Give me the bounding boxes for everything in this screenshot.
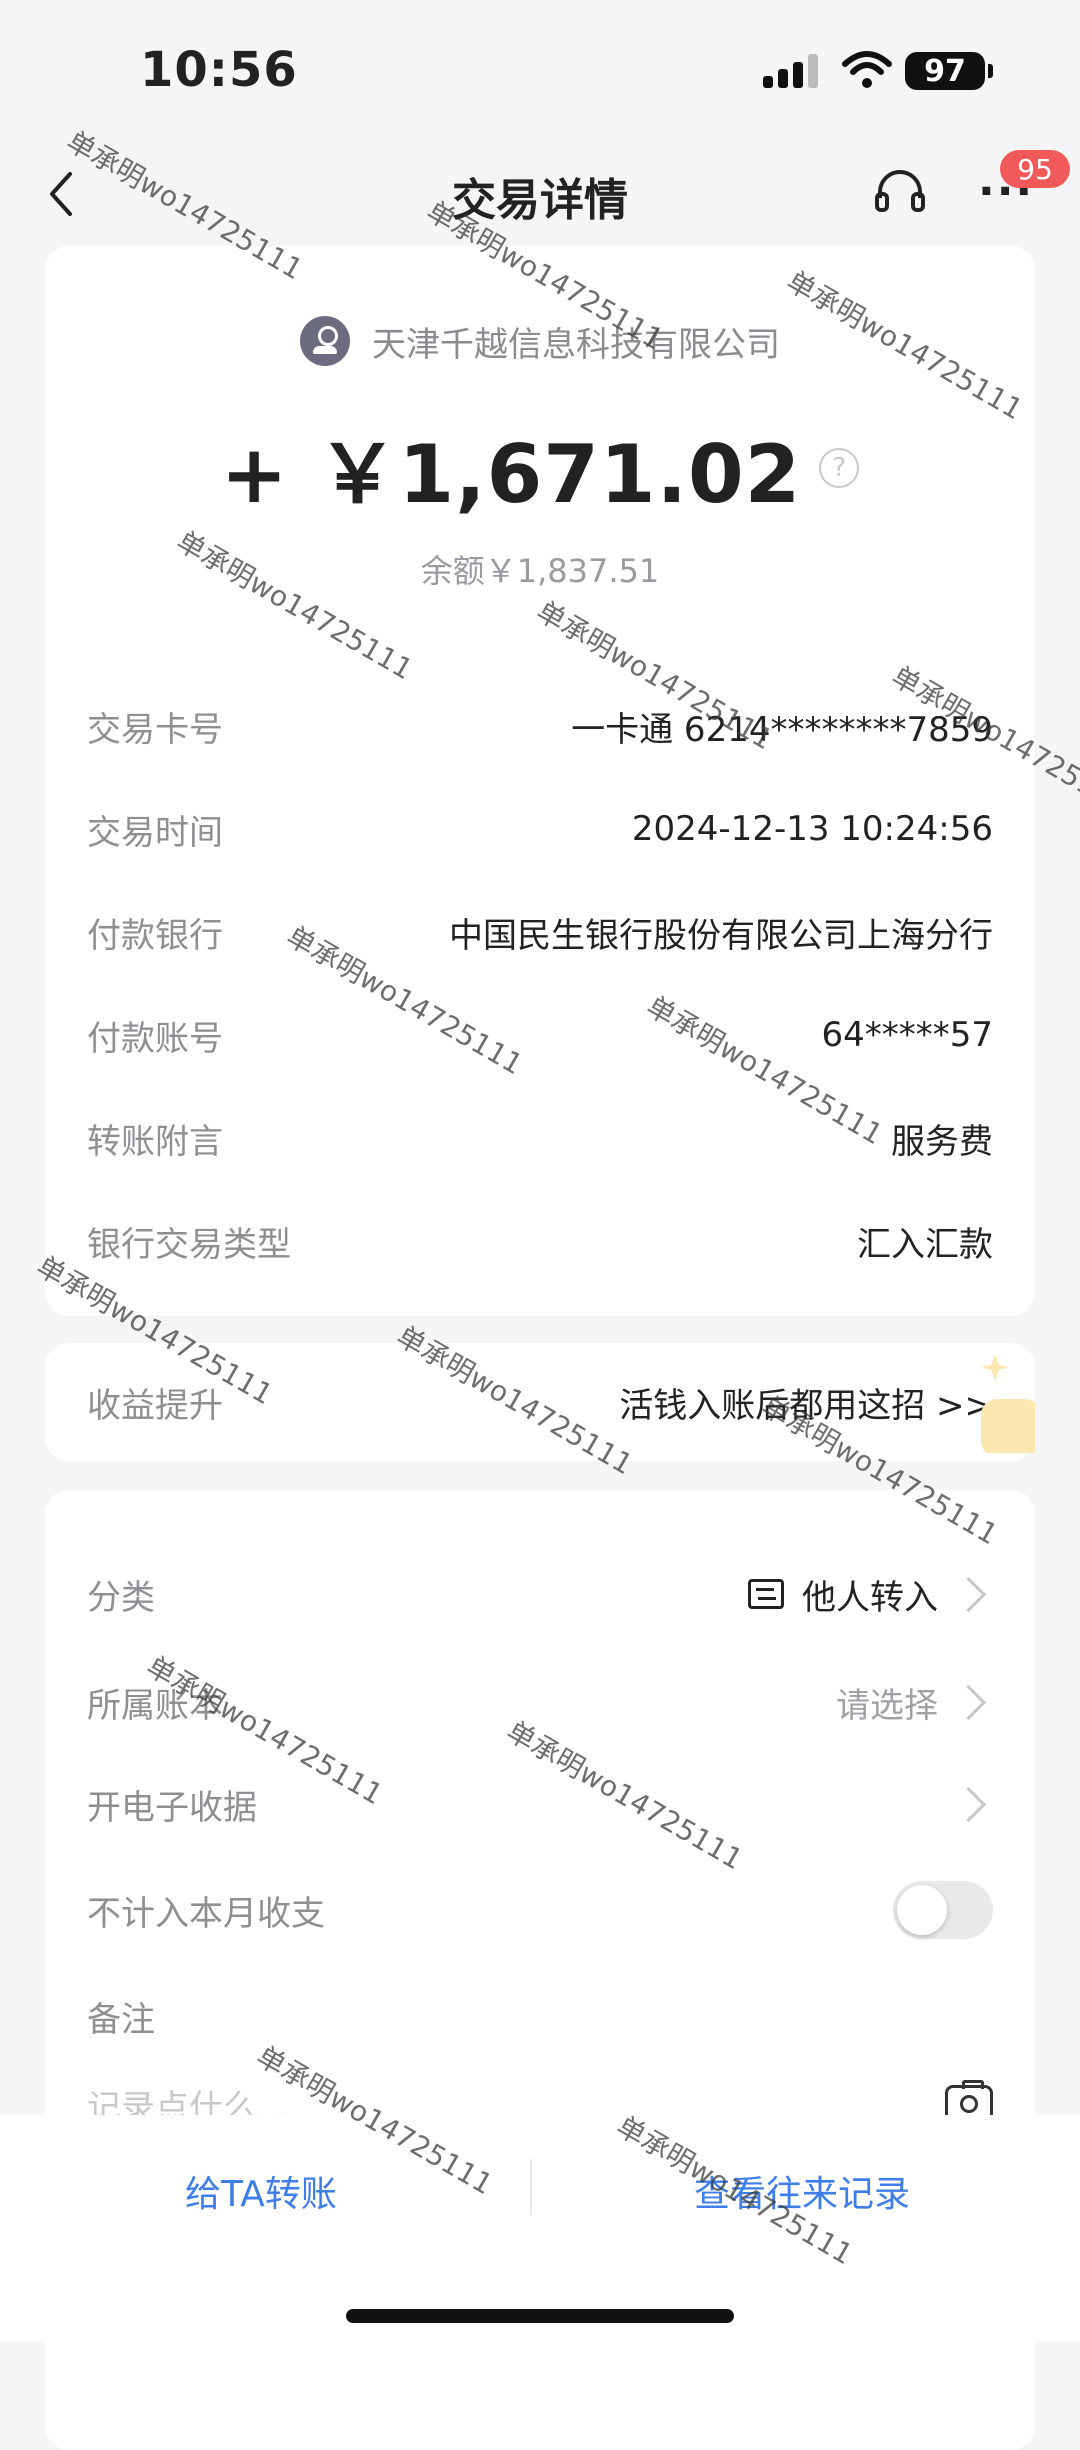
detail-time: 交易时间 2024-12-13 10:24:56 <box>87 799 993 859</box>
receipt-row[interactable]: 开电子收据 <box>87 1774 993 1834</box>
category-label: 分类 <box>87 1577 155 1618</box>
detail-value: 中国民生银行股份有限公司上海分行 <box>449 915 993 956</box>
detail-value: 64*****57 <box>821 1015 993 1055</box>
divider <box>530 2159 532 2215</box>
headset-icon[interactable] <box>872 164 928 224</box>
detail-type: 银行交易类型 汇入汇款 <box>87 1211 993 1271</box>
amount-value: + ￥1,671.02 <box>220 428 802 521</box>
exclude-row: 不计入本月收支 <box>87 1880 993 1940</box>
detail-account: 付款账号 64*****57 <box>87 1005 993 1065</box>
detail-value: 2024-12-13 10:24:56 <box>631 809 993 849</box>
detail-card-number: 交易卡号 一卡通 6214********7859 <box>87 696 993 756</box>
detail-label: 银行交易类型 <box>87 1224 291 1265</box>
detail-label: 交易时间 <box>87 812 223 853</box>
note-label-row: 备注 <box>87 1986 993 2046</box>
detail-value: 服务费 <box>891 1121 993 1162</box>
category-row[interactable]: 分类 他人转入 <box>87 1564 993 1624</box>
detail-label: 交易卡号 <box>87 709 223 750</box>
detail-value: 汇入汇款 <box>857 1224 993 1265</box>
bottom-bar: 给TA转账 查看往来记录 <box>0 2115 1080 2341</box>
exclude-label: 不计入本月收支 <box>87 1893 325 1934</box>
ledger-value: 请选择 <box>836 1685 938 1726</box>
receipt-label: 开电子收据 <box>87 1787 257 1828</box>
amount: + ￥1,671.02 ? <box>45 410 1035 526</box>
promo-label: 收益提升 <box>87 1385 223 1426</box>
status-bar: 10:56 97 <box>0 0 1080 150</box>
help-icon[interactable]: ? <box>819 448 860 488</box>
chevron-right-icon <box>950 1576 987 1612</box>
wifi-icon <box>842 51 892 88</box>
detail-bank: 付款银行 中国民生银行股份有限公司上海分行 <box>87 902 993 962</box>
signal-icon <box>763 54 819 88</box>
transfer-category-icon <box>748 1579 784 1609</box>
battery-icon: 97 <box>905 52 993 90</box>
detail-label: 转账附言 <box>87 1121 223 1162</box>
home-indicator <box>346 2309 734 2323</box>
detail-label: 付款账号 <box>87 1018 223 1059</box>
notification-badge: 95 <box>1000 150 1070 188</box>
transfer-button[interactable]: 给TA转账 <box>185 2165 337 2217</box>
detail-label: 付款银行 <box>87 915 223 956</box>
exclude-toggle[interactable] <box>893 1881 993 1939</box>
chevron-right-icon <box>950 1786 987 1822</box>
transaction-card: 天津千越信息科技有限公司 + ￥1,671.02 ? 余额￥1,837.51 交… <box>45 246 1035 1316</box>
category-value: 他人转入 <box>802 1577 938 1618</box>
avatar <box>300 316 350 366</box>
chevron-right-icon <box>950 1684 987 1720</box>
payer-name: 天津千越信息科技有限公司 <box>372 324 780 365</box>
note-label: 备注 <box>87 1999 155 2040</box>
status-time: 10:56 <box>140 42 298 98</box>
coin-icon <box>981 1355 1035 1453</box>
